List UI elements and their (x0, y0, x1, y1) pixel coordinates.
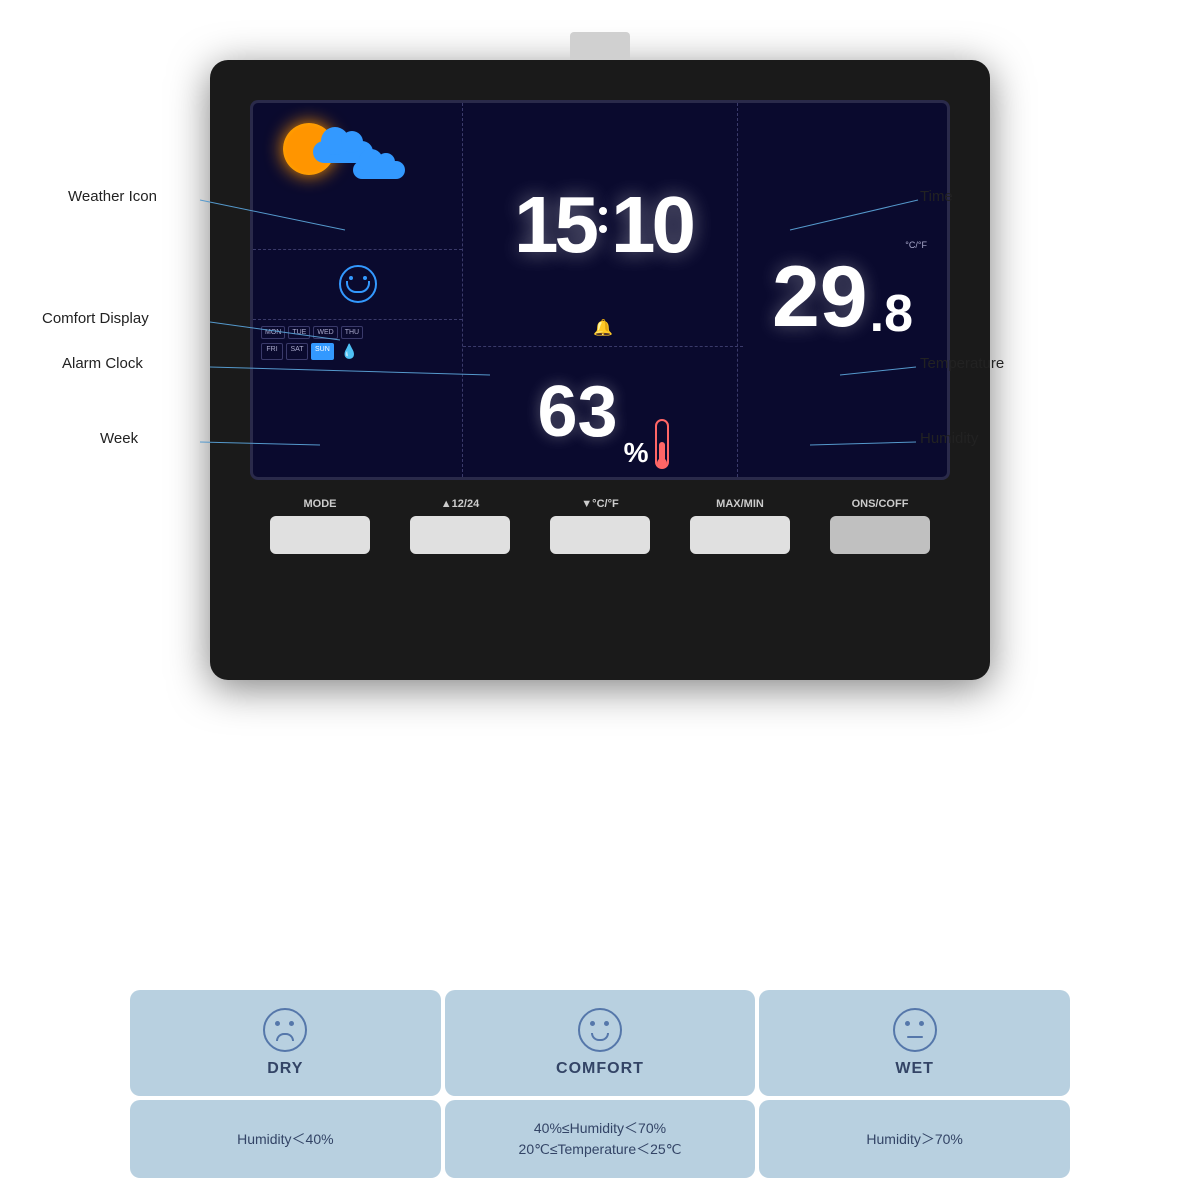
thermometer-icon (655, 419, 669, 469)
time-12-24-button[interactable] (410, 516, 510, 554)
comfort-label: COMFORT (556, 1060, 644, 1078)
wet-face-cell: WET (759, 990, 1070, 1096)
btn-tempunit-label: ▼°C/°F (581, 498, 618, 510)
wet-condition: Humidity＞70% (866, 1129, 962, 1150)
comfort-face-mouth (591, 1033, 609, 1041)
annotation-alarm-clock: Alarm Clock (62, 355, 143, 372)
week-section: MON TUE WED THU FRI SAT SUN 💧 (253, 320, 462, 478)
comfort-face-cell: COMFORT (445, 990, 756, 1096)
btn-mode-label: MODE (304, 498, 337, 510)
dry-face-eyes (275, 1021, 280, 1026)
time-display: 15 10 🔔 (463, 103, 743, 347)
wet-face-eyes (905, 1021, 910, 1026)
annotation-weather-icon: Weather Icon (68, 188, 157, 205)
comfort-smiley-icon (339, 265, 377, 303)
comfort-face-eyes (590, 1021, 595, 1026)
temp-integer: 29 (772, 254, 868, 340)
comfort-face-icon (578, 1008, 622, 1052)
day-tue: TUE (288, 326, 310, 339)
time-colon (599, 207, 607, 243)
lcd-middle-panel: 15 10 🔔 63 % (463, 103, 743, 477)
device-shell: MON TUE WED THU FRI SAT SUN 💧 15 (210, 60, 990, 680)
usb-plug (570, 32, 630, 60)
comfort-condition: 40%≤Humidity＜70%20℃≤Temperature＜25℃ (519, 1118, 682, 1160)
day-wed: WED (313, 326, 337, 339)
annotation-comfort-display: Comfort Display (42, 310, 149, 327)
humidity-display: 63 % (463, 347, 743, 477)
temp-display: 29 .8 (772, 254, 913, 340)
alarm-icon: 🔔 (593, 318, 613, 338)
button-row: MODE ▲12/24 ▼°C/°F MAX/MIN ONS/COFF (250, 498, 950, 554)
dry-face-cell: DRY (130, 990, 441, 1096)
cloud-icon-2 (353, 161, 405, 179)
btn-onoff-label: ONS/COFF (852, 498, 909, 510)
dry-condition: Humidity＜40% (237, 1129, 333, 1150)
btn-group-mode: MODE (270, 498, 370, 554)
colon-dot-top (599, 207, 607, 215)
week-row-2: FRI SAT SUN 💧 (261, 343, 454, 360)
btn-1224-label: ▲12/24 (441, 498, 479, 510)
annotation-week: Week (100, 430, 138, 447)
humidity-unit: % (624, 437, 649, 477)
btn-group-maxmin: MAX/MIN (690, 498, 790, 554)
dry-label: DRY (267, 1060, 303, 1078)
thermo-fill (659, 442, 665, 467)
day-sat: SAT (286, 343, 308, 360)
info-grid: DRY COMFORT WET Humidity＜40% 40%≤Humidit… (130, 990, 1070, 1178)
annotation-temperature: Temperature (920, 355, 1004, 372)
wet-label: WET (895, 1060, 934, 1078)
week-row-1: MON TUE WED THU (261, 326, 454, 339)
mode-button[interactable] (270, 516, 370, 554)
day-fri: FRI (261, 343, 283, 360)
day-mon: MON (261, 326, 285, 339)
smiley-eyes (349, 276, 353, 280)
humidity-value: 63 (538, 376, 618, 448)
time-digits: 15 10 (514, 185, 692, 265)
comfort-condition-cell: 40%≤Humidity＜70%20℃≤Temperature＜25℃ (445, 1100, 756, 1178)
max-min-button[interactable] (690, 516, 790, 554)
annotation-time: Time (920, 188, 953, 205)
day-sun: SUN (311, 343, 334, 360)
temp-unit-label: °C/°F (905, 240, 927, 250)
dry-condition-cell: Humidity＜40% (130, 1100, 441, 1178)
lcd-left-panel: MON TUE WED THU FRI SAT SUN 💧 (253, 103, 463, 477)
time-minutes: 10 (611, 185, 692, 265)
annotation-humidity: Humidity (920, 430, 978, 447)
wet-condition-cell: Humidity＞70% (759, 1100, 1070, 1178)
temp-decimal: .8 (870, 288, 913, 340)
btn-maxmin-label: MAX/MIN (716, 498, 764, 510)
comfort-display-section (253, 250, 462, 320)
wet-face-mouth (907, 1036, 923, 1038)
dry-face-mouth (276, 1033, 294, 1041)
btn-group-1224: ▲12/24 (410, 498, 510, 554)
lcd-right-panel: °C/°F 29 .8 (737, 103, 947, 477)
btn-group-onoff: ONS/COFF (830, 498, 930, 554)
temp-unit-button[interactable] (550, 516, 650, 554)
btn-group-tempunit: ▼°C/°F (550, 498, 650, 554)
weather-section (253, 103, 462, 250)
day-thu: THU (341, 326, 363, 339)
time-hours: 15 (514, 185, 595, 265)
water-drops-icon: 💧 (341, 343, 358, 360)
dry-face-icon (263, 1008, 307, 1052)
wet-face-icon (893, 1008, 937, 1052)
on-off-button[interactable] (830, 516, 930, 554)
lcd-screen: MON TUE WED THU FRI SAT SUN 💧 15 (250, 100, 950, 480)
colon-dot-bottom (599, 225, 607, 233)
